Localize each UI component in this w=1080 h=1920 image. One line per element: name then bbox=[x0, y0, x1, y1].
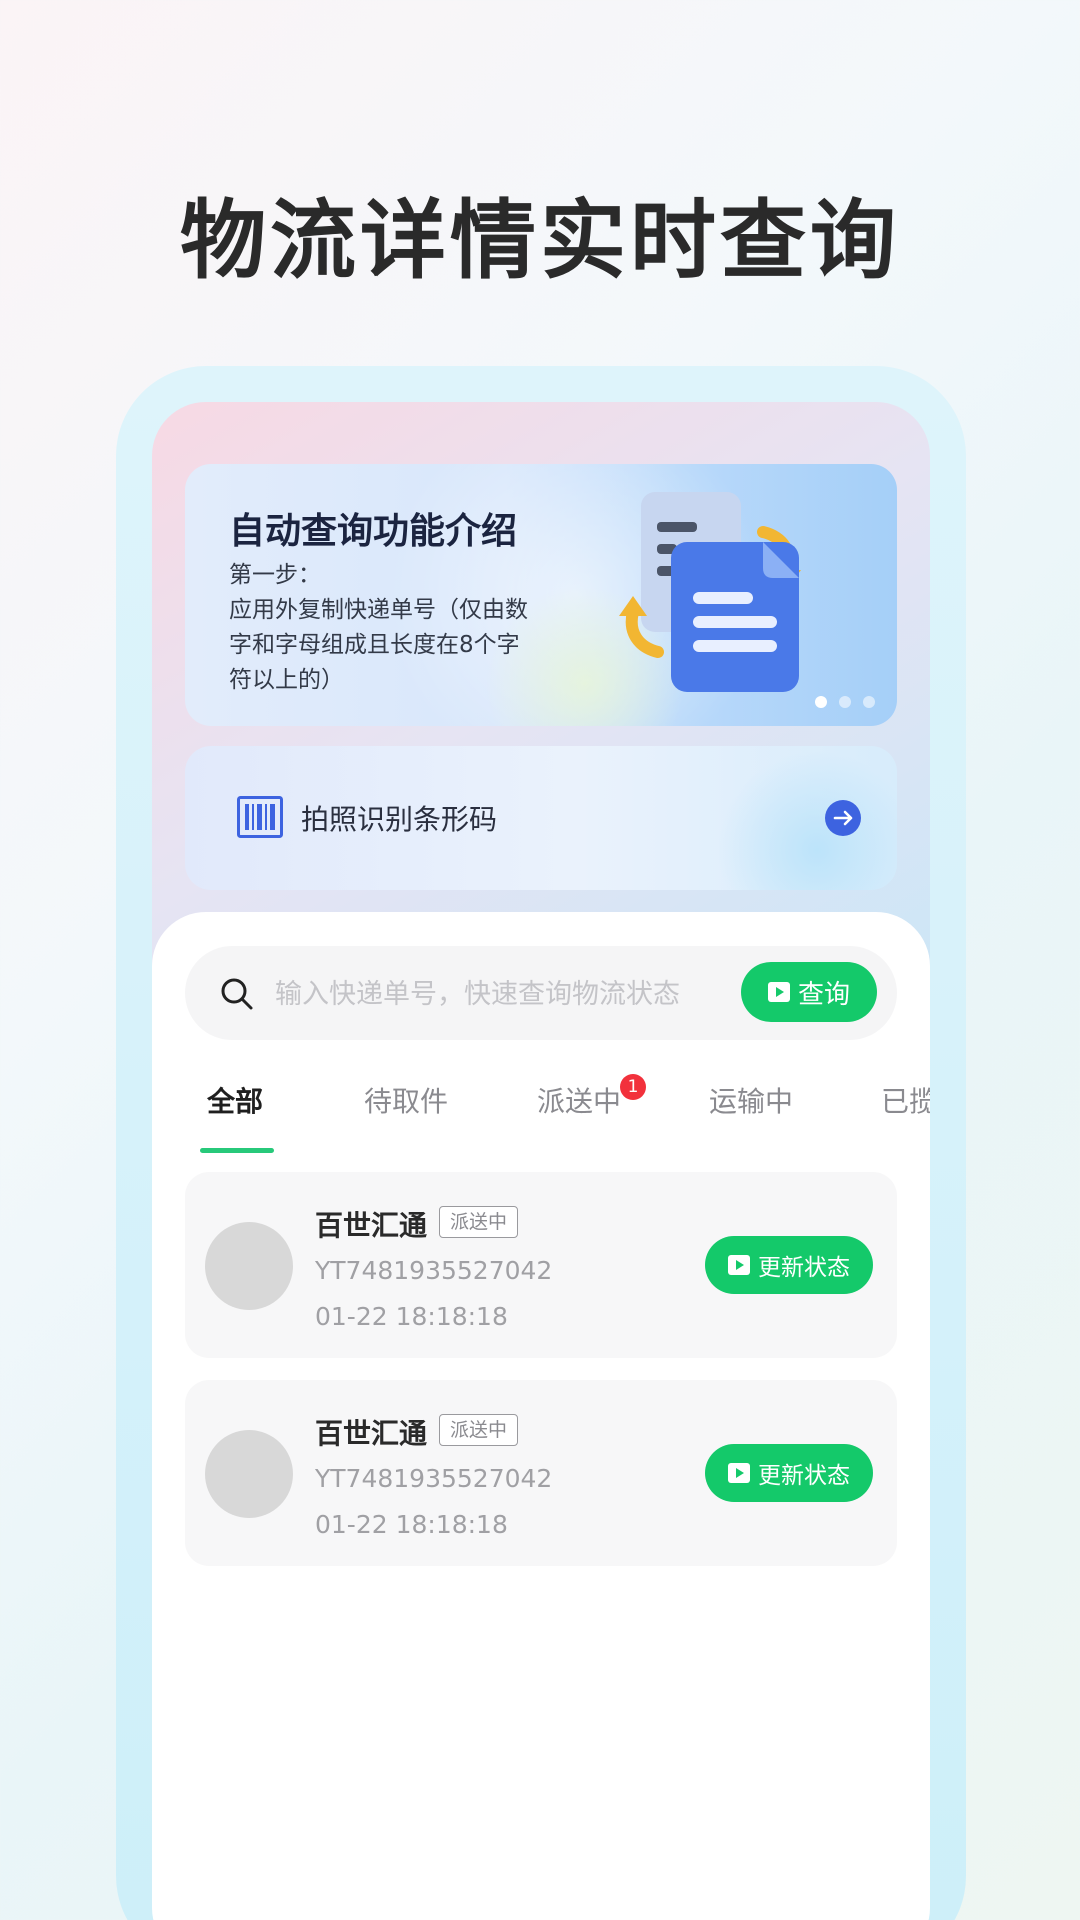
shipment-time: 01-22 18:18:18 bbox=[315, 1510, 508, 1539]
tracking-number: YT7481935527042 bbox=[315, 1464, 553, 1493]
tab-all[interactable]: 全部 bbox=[207, 1080, 263, 1120]
status-badge: 派送中 bbox=[439, 1414, 519, 1446]
pagination-dot[interactable] bbox=[839, 696, 851, 708]
carrier-logo bbox=[205, 1430, 293, 1518]
update-status-label: 更新状态 bbox=[758, 1255, 850, 1281]
carrier-name: 百世汇通 bbox=[315, 1417, 428, 1450]
tab-collected[interactable]: 已揽 bbox=[881, 1080, 930, 1120]
update-status-label: 更新状态 bbox=[758, 1463, 850, 1489]
shipment-card[interactable]: 百世汇通 派送中 YT7481935527042 01-22 18:18:18 … bbox=[185, 1380, 897, 1566]
tracking-number-input[interactable] bbox=[273, 968, 717, 1020]
search-button-label: 查询 bbox=[797, 979, 850, 1010]
arrow-right-icon[interactable] bbox=[825, 800, 861, 836]
search-icon bbox=[221, 978, 253, 1010]
app-screen: 自动查询功能介绍 第一步： 应用外复制快递单号（仅由数字和字母组成且长度在8个字… bbox=[152, 402, 930, 1920]
shipment-panel: 查询 全部 待取件 派送中 运输中 已揽 1 百世汇通 派送中 YT748193… bbox=[152, 912, 930, 1920]
barcode-icon bbox=[237, 796, 283, 838]
search-button[interactable]: 查询 bbox=[741, 962, 877, 1022]
intro-banner[interactable]: 自动查询功能介绍 第一步： 应用外复制快递单号（仅由数字和字母组成且长度在8个字… bbox=[185, 464, 897, 726]
banner-step: 第一步： bbox=[229, 562, 321, 588]
shipment-card[interactable]: 百世汇通 派送中 YT7481935527042 01-22 18:18:18 … bbox=[185, 1172, 897, 1358]
active-tab-indicator bbox=[200, 1148, 274, 1153]
tracking-number: YT7481935527042 bbox=[315, 1256, 553, 1285]
video-icon bbox=[728, 1255, 750, 1275]
shipment-time: 01-22 18:18:18 bbox=[315, 1302, 508, 1331]
video-icon bbox=[728, 1463, 750, 1483]
video-icon bbox=[767, 982, 790, 1002]
pagination-dot[interactable] bbox=[863, 696, 875, 708]
banner-title: 自动查询功能介绍 bbox=[229, 511, 518, 552]
headline: 物流详情实时查询 bbox=[180, 191, 900, 291]
scan-barcode-card[interactable]: 拍照识别条形码 bbox=[185, 746, 897, 890]
carrier-logo bbox=[205, 1222, 293, 1310]
pagination-dot[interactable] bbox=[815, 696, 827, 708]
search-bar: 查询 bbox=[185, 946, 897, 1040]
tab-in-transit[interactable]: 运输中 bbox=[709, 1080, 793, 1120]
documents-illustration-icon bbox=[619, 492, 801, 692]
scan-label: 拍照识别条形码 bbox=[301, 803, 498, 836]
delivering-count-badge: 1 bbox=[620, 1074, 646, 1100]
tab-pending-pickup[interactable]: 待取件 bbox=[364, 1080, 448, 1120]
banner-text: 应用外复制快递单号（仅由数字和字母组成且长度在8个字符以上的） bbox=[229, 597, 528, 693]
status-tabs: 全部 待取件 派送中 运输中 已揽 bbox=[152, 1080, 930, 1170]
update-status-button[interactable]: 更新状态 bbox=[705, 1444, 873, 1502]
tab-delivering[interactable]: 派送中 bbox=[537, 1080, 621, 1120]
update-status-button[interactable]: 更新状态 bbox=[705, 1236, 873, 1294]
banner-description: 第一步： 应用外复制快递单号（仅由数字和字母组成且长度在8个字符以上的） bbox=[229, 558, 539, 698]
status-badge: 派送中 bbox=[439, 1206, 519, 1238]
banner-pagination bbox=[815, 696, 875, 708]
carrier-name: 百世汇通 bbox=[315, 1209, 428, 1242]
